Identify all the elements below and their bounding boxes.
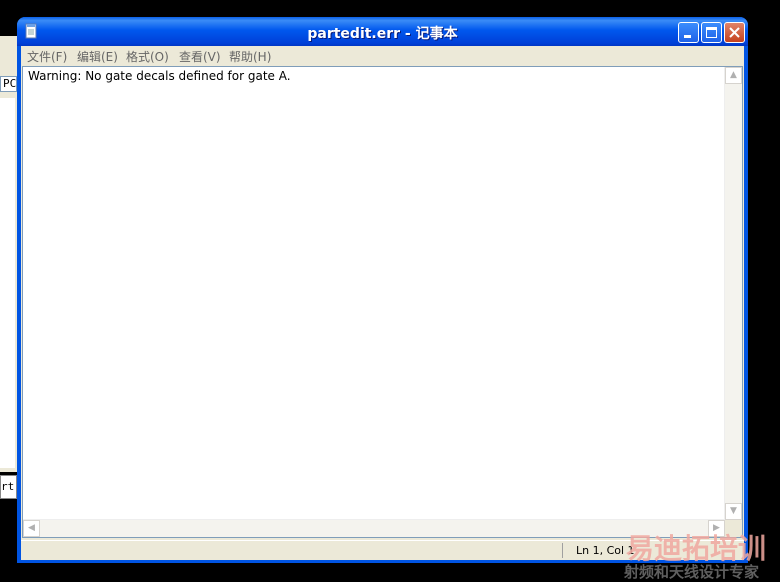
close-icon bbox=[729, 27, 740, 38]
window-title: partedit.err - 记事本 bbox=[307, 26, 458, 42]
background-window-field[interactable]: PC bbox=[0, 76, 17, 92]
background-window-panel bbox=[0, 98, 15, 468]
watermark-subtitle: 射频和天线设计专家 bbox=[624, 563, 760, 581]
chevron-down-icon: ▼ bbox=[730, 506, 737, 516]
notepad-window: partedit.err - 记事本 文件(F) 编辑(E) 格式(O) 查看(… bbox=[17, 17, 748, 563]
menu-help[interactable]: 帮助(H) bbox=[229, 48, 271, 65]
text-editor[interactable]: Warning: No gate decals defined for gate… bbox=[22, 66, 743, 538]
menu-bar: 文件(F) 编辑(E) 格式(O) 查看(V) 帮助(H) bbox=[21, 46, 744, 65]
background-window-button[interactable]: rt bbox=[0, 475, 17, 499]
chevron-left-icon: ◀ bbox=[28, 523, 35, 533]
scroll-down-button[interactable]: ▼ bbox=[725, 503, 742, 520]
scroll-left-button[interactable]: ◀ bbox=[23, 520, 40, 537]
chevron-up-icon: ▲ bbox=[730, 70, 737, 80]
client-area: 文件(F) 编辑(E) 格式(O) 查看(V) 帮助(H) Warning: N… bbox=[21, 46, 744, 560]
menu-edit[interactable]: 编辑(E) bbox=[77, 48, 118, 65]
vertical-scrollbar[interactable]: ▲ ▼ bbox=[724, 67, 742, 520]
menu-format[interactable]: 格式(O) bbox=[126, 48, 169, 65]
editor-content[interactable]: Warning: No gate decals defined for gate… bbox=[28, 69, 291, 83]
status-divider bbox=[562, 543, 563, 558]
menu-file[interactable]: 文件(F) bbox=[27, 48, 67, 65]
maximize-icon bbox=[706, 27, 717, 38]
maximize-button[interactable] bbox=[701, 22, 722, 43]
close-button[interactable] bbox=[724, 22, 745, 43]
minimize-icon bbox=[684, 35, 691, 38]
title-bar[interactable]: partedit.err - 记事本 bbox=[17, 17, 748, 46]
menu-view[interactable]: 查看(V) bbox=[179, 48, 221, 65]
watermark: 易迪拓培训 射频和天线设计专家 bbox=[620, 527, 780, 581]
background-window: PC rt bbox=[0, 36, 18, 499]
scroll-up-button[interactable]: ▲ bbox=[725, 67, 742, 84]
minimize-button[interactable] bbox=[678, 22, 699, 43]
